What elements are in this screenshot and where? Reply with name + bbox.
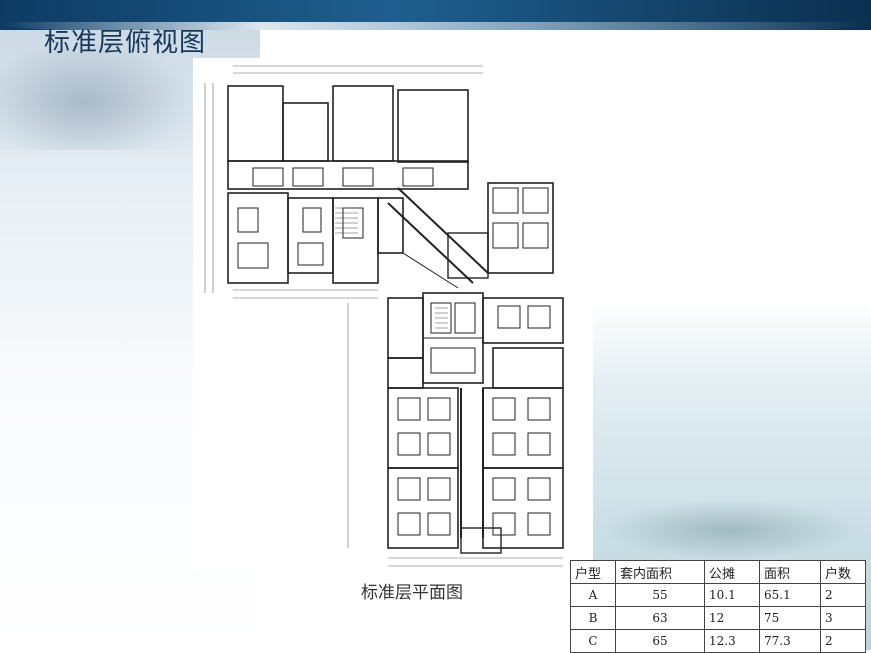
floor-plan-caption: 标准层平面图 <box>361 583 463 603</box>
cell-total-area: 75 <box>759 606 821 630</box>
cell-inner-area: 55 <box>615 583 705 607</box>
header-unit-type: 户型 <box>570 560 616 584</box>
header-inner-area: 套内面积 <box>615 560 705 584</box>
cell-unit-type: A <box>570 583 616 607</box>
header-shared-area: 公摊 <box>704 560 760 584</box>
cell-shared-area: 12 <box>704 606 760 630</box>
cell-total-area: 77.3 <box>759 629 821 653</box>
unit-area-table: 户型 套内面积 公摊 面积 户数 A 55 10.1 65.1 2 B 63 1… <box>570 560 866 653</box>
floor-plan-svg <box>204 65 564 567</box>
cell-total-area: 65.1 <box>759 583 821 607</box>
cell-unit-count: 2 <box>820 629 866 653</box>
cell-unit-count: 3 <box>820 606 866 630</box>
slide-title: 标准层俯视图 <box>44 28 207 58</box>
background-conference-table <box>600 500 860 560</box>
cell-inner-area: 63 <box>615 606 705 630</box>
table-row: A 55 10.1 65.1 2 <box>570 583 866 607</box>
cell-shared-area: 10.1 <box>704 583 760 607</box>
cell-unit-type: B <box>570 606 616 630</box>
table-row: B 63 12 75 3 <box>570 606 866 630</box>
header-total-area: 面积 <box>759 560 821 584</box>
cell-shared-area: 12.3 <box>704 629 760 653</box>
cell-inner-area: 65 <box>615 629 705 653</box>
header-unit-count: 户数 <box>820 560 866 584</box>
cell-unit-type: C <box>570 629 616 653</box>
cell-unit-count: 2 <box>820 583 866 607</box>
table-row: C 65 12.3 77.3 2 <box>570 629 866 653</box>
table-header-row: 户型 套内面积 公摊 面积 户数 <box>570 560 866 584</box>
floor-plan-drawing <box>193 58 593 572</box>
